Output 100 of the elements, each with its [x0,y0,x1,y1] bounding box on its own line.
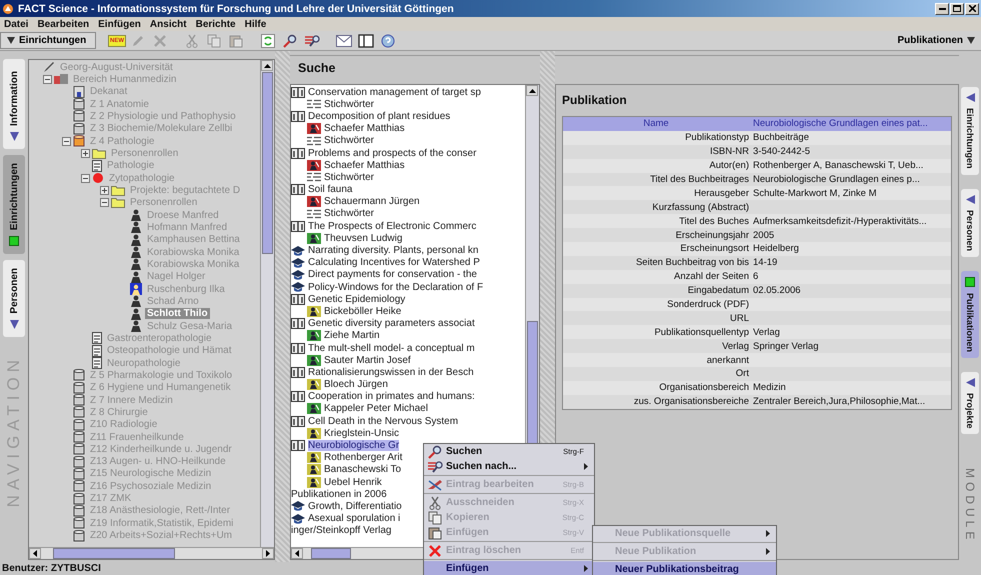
menu-item[interactable]: Einfügen [424,561,594,575]
menu-item[interactable]: Ansicht [150,18,187,30]
module-button[interactable]: Einrichtungen [0,32,96,49]
menu-item[interactable]: Suchen nach... [424,459,594,474]
scroll-up-icon[interactable] [526,85,538,96]
scroll-thumb[interactable] [262,72,273,254]
list-item[interactable]: Stichwörter [324,135,374,146]
scroll-left-icon[interactable] [29,548,41,559]
list-item[interactable]: Rationalisierungswissen in der Besch [308,366,474,378]
list-item[interactable]: Policy-Windows for the Declaration of F [308,282,484,293]
side-tab[interactable]: Einrichtungen [3,155,25,254]
table-row[interactable]: anerkannt [563,353,951,368]
list-item[interactable]: Rothenberger Arit [324,452,402,464]
table-row[interactable]: Verlag Springer Verlag [563,339,951,354]
list-item[interactable]: Kappeler Peter Michael [324,403,428,414]
menu-item[interactable]: Neuer Publikationsbeitrag [593,562,776,575]
side-tab[interactable]: Information [3,59,25,149]
list-item[interactable]: Genetic Epidemiology [308,294,406,305]
table-row[interactable]: Organisationsbereich Medizin [563,380,951,395]
scroll-left-icon[interactable] [291,548,303,559]
table-row[interactable]: Sonderdruck (PDF) [563,298,951,312]
list-item[interactable]: Schaefer Matthias [324,123,405,134]
list-item[interactable]: Sauter Martin Josef [324,354,411,366]
table-row[interactable]: zus. Organisationsbereiche Zentraler Bereich,Jura,Philosophie,Mat... [563,394,951,409]
horizontal-scrollbar[interactable] [29,547,274,559]
list-item[interactable]: Cooperation in primates and humans: [308,391,475,402]
property-label: anerkannt [706,354,750,366]
menu-item[interactable]: Bearbeiten [37,18,90,30]
list-item[interactable]: Genetic diversity parameters associat [308,318,475,330]
list-item[interactable]: Direct payments for conservation - the [308,269,477,280]
expand-toggle[interactable] [80,174,90,183]
table-row[interactable]: Publikationsquellentyp Verlag [563,325,951,340]
list-item[interactable]: Stichwörter [324,172,374,183]
scroll-right-icon[interactable] [262,548,274,559]
table-row[interactable]: Erscheinungsort Heidelberg [563,242,951,256]
table-row[interactable]: ISBN-NR 3-540-2442-5 [563,144,951,159]
side-tab[interactable]: Personen [3,260,25,337]
list-item[interactable]: Conservation management of target sp [308,86,481,98]
list-item[interactable]: Ziehe Martin [324,330,380,342]
list-item[interactable]: Cell Death in the Nervous System [308,416,458,427]
vertical-scrollbar[interactable] [260,60,274,547]
scroll-thumb[interactable] [311,548,351,559]
list-item[interactable]: Growth, Differentiatio [308,500,402,512]
list-item[interactable]: Banaschewski To [324,464,402,476]
expand-toggle[interactable] [62,136,70,146]
table-row[interactable]: Erscheinungsjahr 2005 [563,228,951,242]
list-item[interactable]: Problems and prospects of the conser [308,148,476,159]
maximize-button[interactable] [950,2,964,14]
expand-toggle[interactable] [100,186,108,195]
list-item[interactable]: Bickeböller Heike [324,306,402,317]
expand-toggle[interactable] [100,198,108,208]
table-row[interactable]: Herausgeber Schulte-Markwort M, Zinke M [563,186,951,200]
list-item[interactable]: Soil fauna [308,184,352,196]
menu-item[interactable]: Hilfe [244,18,266,30]
toolbar-button[interactable] [334,32,354,48]
toolbar-button[interactable] [356,32,376,48]
menu-item[interactable]: Einfügen [98,18,141,30]
list-item[interactable]: Stichwörter [324,208,374,220]
scroll-thumb[interactable] [53,548,175,559]
close-button[interactable] [965,2,979,14]
table-row[interactable]: Eingabedatum 02.05.2006 [563,284,951,298]
expand-toggle[interactable] [80,148,90,158]
minimize-button[interactable] [935,2,949,14]
table-row[interactable]: Kurzfassung (Abstract) [563,200,951,214]
list-item[interactable]: The mult-shell model- a conceptual m [308,342,475,354]
list-item[interactable]: Schauermann Jürgen [324,196,420,208]
caret-icon [967,37,975,44]
module-button[interactable]: Publikationen [891,32,981,49]
list-item[interactable]: The Prospects of Electronic Commerc [308,220,476,232]
menu-item[interactable]: Datei [4,18,28,30]
module-tab[interactable]: Einrichtungen [961,87,979,174]
list-item[interactable]: Theuvsen Ludwig [324,232,402,244]
module-tab[interactable]: Personen [961,188,979,257]
list-item[interactable]: Bloech Jürgen [324,379,388,390]
table-row[interactable]: Titel des Buches Aufmerksamkeitsdefizit-/Hyperaktivitäts... [563,214,951,228]
module-tab[interactable]: Projekte [961,372,979,434]
table-row[interactable]: Anzahl der Seiten 6 [563,270,951,284]
table-row[interactable]: Publikationstyp Buchbeiträge [563,130,951,145]
list-item[interactable]: inger/Steinkopff Verlag [291,525,392,536]
list-item[interactable]: Narrating diversity. Plants, personal kn [308,245,478,256]
scroll-up-icon[interactable] [261,60,273,71]
menu-item[interactable]: Berichte [196,18,236,30]
toolbar-button[interactable] [302,32,322,48]
table-row[interactable]: Ort [563,367,951,381]
table-row[interactable]: Titel des Buchbeitrages Neurobiologische Grundlagen eines p... [563,172,951,186]
expand-toggle[interactable] [42,74,52,84]
list-item[interactable]: Uebel Henrik [324,476,382,488]
table-row[interactable]: Name Neurobiologische Grundlagen eines pat... [563,117,951,131]
module-tab[interactable]: Publikationen [961,270,979,358]
list-item[interactable]: Calculating Incentives for Watershed P [308,257,480,268]
table-row[interactable]: URL [563,311,951,326]
list-item[interactable]: Asexual sporulation i [308,513,400,524]
list-item[interactable]: Neurobiologische Gr [308,440,400,452]
table-row[interactable]: Autor(en) Rothenberger A, Banaschewski T, Ueb... [563,158,951,173]
list-item[interactable]: Stichwörter [324,98,374,110]
table-row[interactable]: Seiten Buchbeitrag von bis 14-19 [563,256,951,270]
list-item[interactable]: Decomposition of plant residues [308,110,450,122]
list-item[interactable]: Krieglstein-Unsic [324,428,400,439]
group-heading[interactable]: Publikationen in 2006 [291,488,387,500]
list-item[interactable]: Schaefer Matthias [324,160,405,171]
